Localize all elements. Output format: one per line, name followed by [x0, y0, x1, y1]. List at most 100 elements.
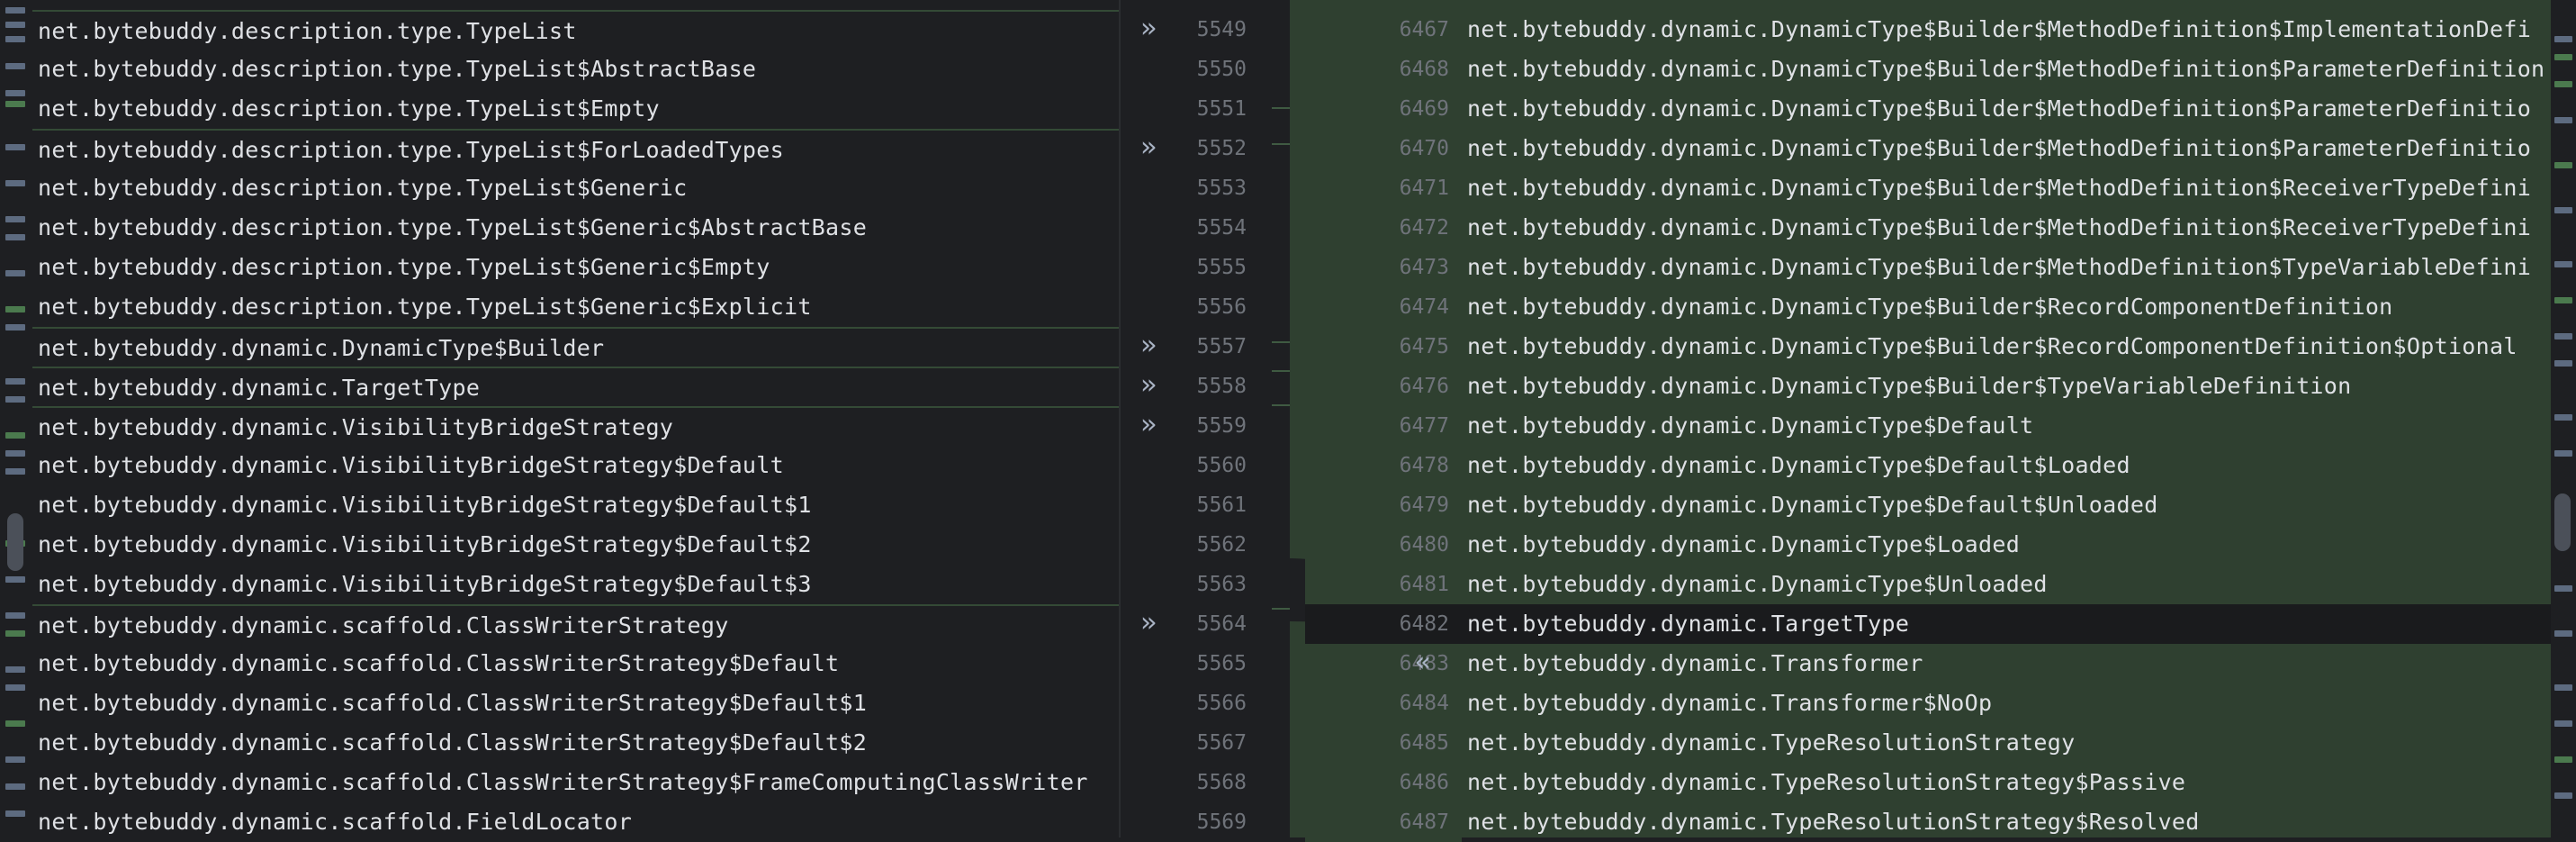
change-marker[interactable]: [5, 666, 25, 673]
left-line-text: net.bytebuddy.dynamic.VisibilityBridgeSt…: [38, 571, 812, 597]
change-marker[interactable]: [5, 756, 25, 763]
added-line: net.bytebuddy.dynamic.DynamicType$Loaded: [1462, 525, 2551, 565]
double-chevron-right-icon[interactable]: »: [1140, 366, 1157, 405]
double-chevron-right-icon[interactable]: »: [1140, 326, 1157, 366]
change-marker[interactable]: [2554, 756, 2572, 763]
change-marker[interactable]: [5, 63, 25, 69]
change-marker[interactable]: [5, 234, 25, 240]
change-marker[interactable]: [5, 180, 25, 186]
change-marker[interactable]: [2554, 333, 2572, 340]
right-line-number: 6485: [1399, 731, 1449, 755]
change-marker[interactable]: [2554, 585, 2572, 592]
double-chevron-left-icon[interactable]: «: [1415, 643, 1431, 683]
change-marker[interactable]: [5, 324, 25, 330]
change-marker[interactable]: [5, 270, 25, 276]
added-line: net.bytebuddy.dynamic.TypeResolutionStra…: [1462, 763, 2551, 802]
change-marker[interactable]: [2554, 792, 2572, 799]
left-code-line: net.bytebuddy.dynamic.VisibilityBridgeSt…: [32, 485, 1119, 525]
change-marker[interactable]: [5, 468, 25, 475]
right-editor-pane[interactable]: net.bytebuddy.dynamic.DynamicType$Builde…: [1462, 0, 2551, 837]
left-code-line: net.bytebuddy.description.type.TypeList$…: [32, 129, 1119, 168]
change-marker[interactable]: [5, 396, 25, 403]
right-line-text: net.bytebuddy.dynamic.DynamicType$Defaul…: [1467, 412, 2034, 439]
added-line: net.bytebuddy.dynamic.DynamicType$Builde…: [1462, 367, 2551, 406]
change-marker[interactable]: [5, 783, 25, 790]
change-marker[interactable]: [2554, 54, 2572, 60]
current-line: net.bytebuddy.dynamic.TargetType: [1462, 604, 2551, 644]
change-marker[interactable]: [5, 378, 25, 385]
left-code-line: net.bytebuddy.dynamic.scaffold.ClassWrit…: [32, 604, 1119, 644]
change-marker[interactable]: [5, 612, 25, 619]
double-chevron-right-icon[interactable]: »: [1140, 603, 1157, 643]
change-marker[interactable]: [5, 36, 25, 42]
left-line-number: 5563: [1196, 573, 1247, 596]
right-line-number: 6480: [1399, 533, 1449, 557]
change-marker[interactable]: [2554, 81, 2572, 87]
right-line-text: net.bytebuddy.dynamic.DynamicType$Defaul…: [1467, 492, 2158, 518]
left-code-line: net.bytebuddy.dynamic.scaffold.ClassWrit…: [32, 644, 1119, 684]
double-chevron-right-icon[interactable]: »: [1140, 128, 1157, 167]
change-marker[interactable]: [5, 216, 25, 222]
right-line-number: 6468: [1399, 58, 1449, 81]
left-line-text: net.bytebuddy.description.type.TypeList$…: [38, 254, 770, 280]
left-gutter: 5549 » 5550 5551 5552 » 5553 5554 5555 5556 5557 » 5…: [1119, 0, 1274, 837]
change-marker[interactable]: [5, 306, 25, 312]
left-line-number: 5559: [1196, 414, 1247, 438]
change-marker[interactable]: [2554, 207, 2572, 213]
change-marker[interactable]: [5, 144, 25, 150]
left-line-text: net.bytebuddy.dynamic.VisibilityBridgeSt…: [38, 531, 812, 557]
change-marker[interactable]: [5, 7, 25, 14]
change-marker[interactable]: [2554, 297, 2572, 303]
right-line-number: 6467: [1399, 18, 1449, 41]
left-line-number: 5568: [1196, 771, 1247, 794]
left-line-text: net.bytebuddy.description.type.TypeList$…: [38, 95, 660, 122]
left-line-number: 5555: [1196, 256, 1247, 279]
left-line-text: net.bytebuddy.description.type.TypeList$…: [38, 214, 868, 240]
right-scrollbar[interactable]: [2551, 0, 2576, 837]
left-scrollbar-thumb[interactable]: [7, 513, 23, 571]
left-code-line: net.bytebuddy.description.type.TypeList$…: [32, 248, 1119, 287]
double-chevron-right-icon[interactable]: »: [1140, 405, 1157, 445]
change-marker[interactable]: [2554, 630, 2572, 637]
change-marker[interactable]: [5, 22, 25, 28]
change-marker[interactable]: [2554, 720, 2572, 727]
added-line: net.bytebuddy.dynamic.DynamicType$Builde…: [1462, 168, 2551, 208]
left-line-text: net.bytebuddy.dynamic.VisibilityBridgeSt…: [38, 492, 812, 518]
change-marker[interactable]: [2554, 36, 2572, 42]
change-marker[interactable]: [5, 101, 25, 107]
left-code-line: net.bytebuddy.description.type.TypeList$…: [32, 168, 1119, 208]
change-marker[interactable]: [5, 432, 25, 439]
added-line: net.bytebuddy.dynamic.DynamicType$Unload…: [1462, 565, 2551, 604]
change-marker[interactable]: [2554, 117, 2572, 123]
change-marker[interactable]: [5, 630, 25, 637]
left-line-number: 5550: [1196, 58, 1247, 81]
left-line-number: 5556: [1196, 295, 1247, 319]
change-marker[interactable]: [5, 684, 25, 691]
added-line: net.bytebuddy.dynamic.DynamicType$Builde…: [1462, 248, 2551, 287]
added-line: net.bytebuddy.dynamic.DynamicType$Defaul…: [1462, 485, 2551, 525]
left-line-number: 5554: [1196, 216, 1247, 240]
change-marker[interactable]: [2554, 450, 2572, 457]
right-scrollbar-thumb[interactable]: [2554, 493, 2571, 551]
left-line-number: 5557: [1196, 335, 1247, 358]
added-line: net.bytebuddy.dynamic.TypeResolutionStra…: [1462, 802, 2551, 837]
right-line-text: net.bytebuddy.dynamic.DynamicType$Loaded: [1467, 531, 2021, 557]
left-line-number: 5561: [1196, 493, 1247, 517]
left-line-text: net.bytebuddy.description.type.TypeList$…: [38, 294, 812, 320]
change-marker[interactable]: [5, 450, 25, 457]
change-marker[interactable]: [2554, 360, 2572, 367]
change-marker[interactable]: [5, 810, 25, 817]
right-line-text: net.bytebuddy.dynamic.Transformer$NoOp: [1467, 690, 1993, 716]
change-marker[interactable]: [5, 90, 25, 96]
change-marker[interactable]: [5, 576, 25, 583]
added-line: net.bytebuddy.dynamic.Transformer: [1462, 644, 2551, 684]
left-change-stripe[interactable]: [0, 0, 32, 837]
change-marker[interactable]: [2554, 261, 2572, 267]
added-line: net.bytebuddy.dynamic.DynamicType$Builde…: [1462, 287, 2551, 327]
double-chevron-right-icon[interactable]: »: [1140, 9, 1157, 49]
left-editor-pane[interactable]: net.bytebuddy.description.type.TypeList n…: [32, 0, 1119, 837]
change-marker[interactable]: [2554, 162, 2572, 168]
change-marker[interactable]: [2554, 414, 2572, 421]
change-marker[interactable]: [2554, 684, 2572, 691]
change-marker[interactable]: [5, 720, 25, 727]
